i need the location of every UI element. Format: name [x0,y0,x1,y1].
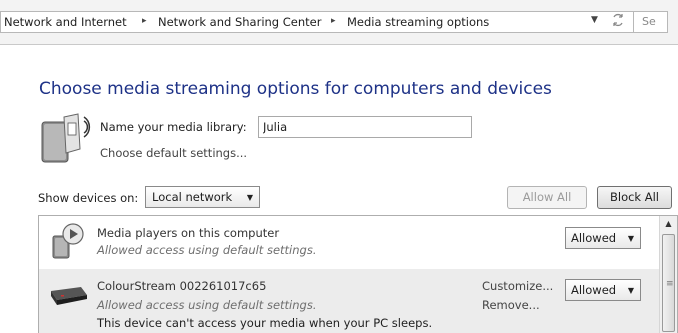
device-subtitle: Allowed access using default settings. [97,243,317,257]
device-access-value: Allowed [571,283,617,297]
device-access-value: Allowed [571,231,617,245]
device-title: Media players on this computer [97,226,280,240]
page-title: Choose media streaming options for compu… [39,79,552,99]
customize-link[interactable]: Customize... [482,279,553,293]
device-title: ColourStream 002261017c65 [97,279,267,293]
show-devices-label: Show devices on: [38,191,139,205]
library-name-label: Name your media library: [100,120,247,134]
breadcrumb[interactable]: Network and Internet ▸ Network and Shari… [0,11,668,33]
chevron-down-icon[interactable]: ▼ [591,15,598,25]
chevron-down-icon: ▼ [627,234,634,243]
media-player-icon [47,222,87,266]
media-library-icon [38,113,98,169]
scroll-thumb[interactable]: ≡ [662,234,675,332]
show-devices-select[interactable]: Local network ▼ [145,186,260,208]
chevron-down-icon: ▼ [627,286,634,295]
device-access-select[interactable]: Allowed ▼ [565,227,641,249]
remove-link[interactable]: Remove... [482,298,540,312]
breadcrumb-network-and-sharing-center[interactable]: Network and Sharing Center [158,15,321,29]
device-note: This device can't access your media when… [97,316,433,330]
breadcrumb-network-and-internet[interactable]: Network and Internet [4,15,127,29]
choose-default-settings-link[interactable]: Choose default settings... [100,146,247,160]
device-list: Media players on this computer Allowed a… [38,215,678,333]
vertical-scrollbar[interactable]: ▲ ≡ [659,216,677,333]
block-all-button[interactable]: Block All [597,186,672,209]
device-icon [47,283,89,313]
library-name-input[interactable] [258,116,472,138]
scroll-up-arrow-icon[interactable]: ▲ [660,216,677,232]
address-bar: Network and Internet ▸ Network and Shari… [0,0,678,45]
list-item[interactable]: ColourStream 002261017c65 Allowed access… [39,269,659,333]
device-subtitle: Allowed access using default settings. [97,298,317,312]
show-devices-value: Local network [152,190,233,204]
breadcrumb-separator[interactable]: ▸ [142,16,147,26]
list-item[interactable]: Media players on this computer Allowed a… [39,216,659,268]
device-access-select[interactable]: Allowed ▼ [565,279,641,301]
search-input[interactable]: Se [633,12,673,32]
breadcrumb-media-streaming-options[interactable]: Media streaming options [347,15,489,29]
breadcrumb-separator[interactable]: ▸ [331,16,336,26]
grip-icon: ≡ [666,279,674,289]
allow-all-button[interactable]: Allow All [507,186,587,209]
refresh-icon[interactable] [607,13,629,31]
chevron-down-icon: ▼ [246,193,253,202]
